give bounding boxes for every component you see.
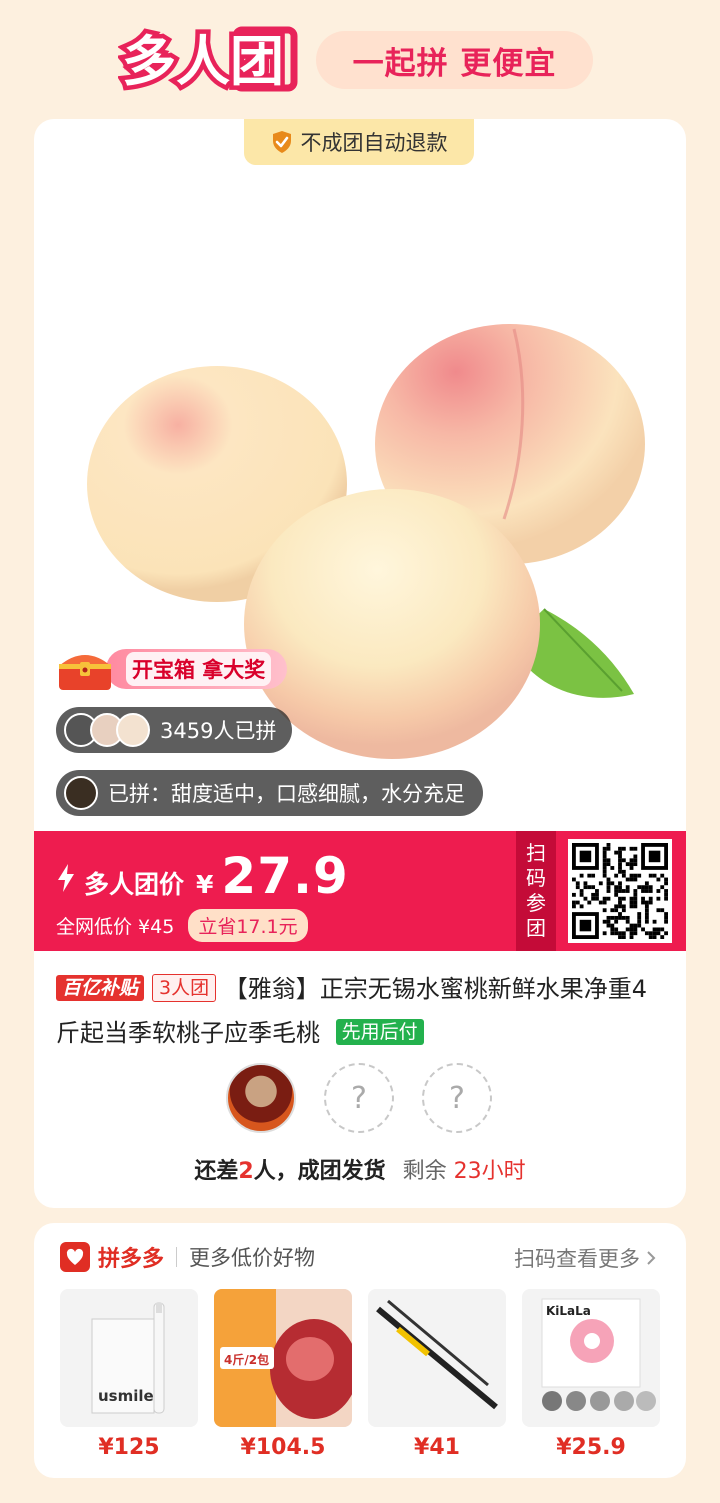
beef-label: 4斤/2包 — [224, 1352, 269, 1367]
group-size-tag: 3人团 — [152, 974, 217, 1002]
qr-code[interactable] — [568, 839, 672, 943]
slot-placeholder: ? — [449, 1080, 465, 1116]
divider — [176, 1247, 178, 1267]
shield-check-icon — [272, 131, 291, 153]
recommend-item[interactable]: 4斤/2包 ¥104.5 — [214, 1289, 352, 1460]
recommend-subtitle: 更多低价好物 — [189, 1246, 316, 1270]
lowest-price: 全网低价 ¥45 — [56, 916, 175, 938]
recommend-item[interactable]: KiLaLa ¥25.9 — [522, 1289, 660, 1460]
scan-char: 码 — [526, 866, 546, 890]
joined-avatars — [64, 713, 150, 747]
price-value: 27.9 — [221, 847, 349, 905]
slogan-pill: 一起拼 更便宜 — [316, 31, 593, 89]
review-pill: 已拼：甜度适中，口感细腻，水分充足 — [56, 770, 483, 816]
recommend-item-price: ¥25.9 — [556, 1435, 626, 1460]
recommend-card: 拼多多 更多低价好物 扫码查看更多 usmile ¥125 4斤/2包 ¥104… — [34, 1223, 686, 1478]
treasure-chest-icon — [59, 655, 111, 690]
qr-code-icon — [572, 843, 668, 939]
subsidy-tag: 百亿补贴 — [56, 975, 145, 1001]
lowest-price-row: 全网低价 ¥45 立省17.1元 — [56, 909, 308, 942]
recommend-item-image: usmile — [60, 1289, 198, 1427]
product-card: 不成团自动退款 开宝箱 拿大奖 3459人已拼 已拼：甜度适中，口感细腻，水分充… — [34, 119, 686, 1208]
scan-char: 参 — [526, 891, 546, 915]
lightning-icon — [58, 864, 74, 892]
pay-later-tag: 先用后付 — [335, 1019, 424, 1045]
price-bar: 多人团价 ¥ 27.9 全网低价 ¥45 立省17.1元 扫 码 参 团 — [34, 831, 686, 951]
empty-slot: ? — [422, 1063, 492, 1133]
chevron-right-icon — [647, 1251, 656, 1265]
product-title-block: 百亿补贴 3人团 【雅翁】正宗无锡水蜜桃新鲜水果净重4斤起当季软桃子应季毛桃 先用… — [56, 967, 666, 1055]
scan-join-label: 扫 码 参 团 — [516, 831, 556, 951]
recommend-item-image — [368, 1289, 506, 1427]
treasure-text: 开宝箱 拿大奖 — [126, 652, 272, 686]
save-amount: 立省17.1元 — [188, 909, 308, 942]
scan-more-link[interactable]: 扫码查看更多 — [514, 1243, 656, 1273]
recommend-item[interactable]: usmile ¥125 — [60, 1289, 198, 1460]
recommend-item-image: 4斤/2包 — [214, 1289, 352, 1427]
status-prefix: 还差 — [194, 1159, 239, 1184]
usmile-label: usmile — [98, 1387, 154, 1405]
status-count: 2 — [238, 1159, 254, 1184]
recommend-header: 拼多多 更多低价好物 — [60, 1241, 315, 1273]
recommend-item-price: ¥41 — [414, 1435, 460, 1460]
recommend-item-image: KiLaLa — [522, 1289, 660, 1427]
recommend-grid: usmile ¥125 4斤/2包 ¥104.5 ¥41 KiLaLa ¥25.… — [60, 1289, 660, 1460]
joined-count: 3459人已拼 — [160, 719, 277, 743]
recommend-item-price: ¥104.5 — [240, 1435, 326, 1460]
treasure-banner[interactable]: 开宝箱 拿大奖 — [56, 646, 288, 692]
product-image[interactable] — [74, 239, 654, 779]
pdd-logo-icon — [60, 1242, 90, 1272]
kilala-label: KiLaLa — [546, 1304, 591, 1318]
recommend-item-price: ¥125 — [98, 1435, 160, 1460]
empty-slot: ? — [324, 1063, 394, 1133]
scan-char: 团 — [526, 916, 546, 940]
avatar — [226, 1063, 296, 1133]
recommend-item[interactable]: ¥41 — [368, 1289, 506, 1460]
scan-more-text: 扫码查看更多 — [514, 1247, 640, 1271]
scan-char: 扫 — [526, 841, 546, 865]
slot-placeholder: ? — [351, 1080, 367, 1116]
price-line: 多人团价 ¥ 27.9 — [56, 847, 349, 905]
remaining-time: 23小时 — [453, 1159, 526, 1184]
remaining-label: 剩余 — [402, 1159, 447, 1184]
avatar — [64, 776, 98, 810]
price-label: 多人团价 — [84, 870, 185, 899]
brand-logo: 多人团 — [118, 26, 300, 98]
refund-badge-text: 不成团自动退款 — [300, 131, 448, 155]
avatar — [116, 713, 150, 747]
treasure-pill[interactable]: 开宝箱 拿大奖 — [106, 649, 288, 689]
brand-text: 多人团 — [122, 30, 284, 92]
group-slots: ? ? — [226, 1063, 492, 1133]
refund-badge: 不成团自动退款 — [244, 119, 474, 165]
joined-count-pill: 3459人已拼 — [56, 707, 293, 753]
group-status: 还差2人，成团发货 剩余 23小时 — [34, 1153, 686, 1185]
price-currency: ¥ — [196, 870, 214, 899]
header: 多人团 一起拼 更便宜 — [0, 0, 720, 120]
review-text: 已拼：甜度适中，口感细腻，水分充足 — [108, 782, 465, 806]
status-suffix: 人，成团发货 — [253, 1159, 386, 1184]
pdd-brand: 拼多多 — [98, 1247, 165, 1272]
